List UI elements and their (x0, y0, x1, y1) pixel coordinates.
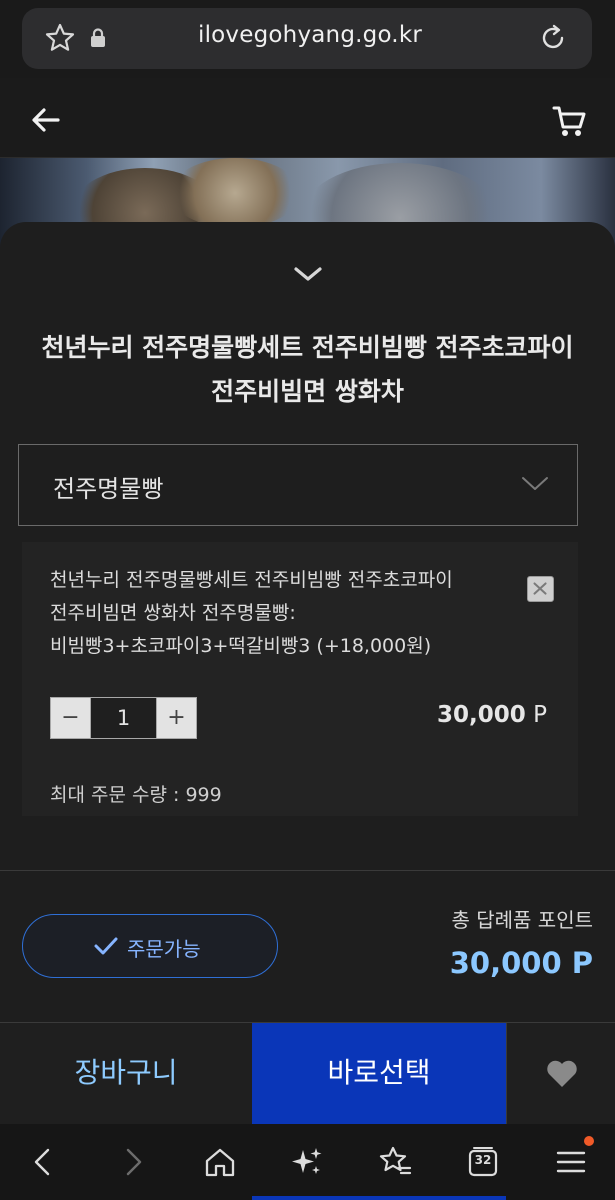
refresh-icon[interactable] (537, 22, 569, 54)
selected-option-name-line3: 비빔빵3+초코파이3+떡갈비빵3 (+18,000원) (50, 635, 432, 657)
star-icon[interactable] (44, 22, 76, 54)
buy-now-button[interactable]: 바로선택 (252, 1023, 506, 1125)
home-icon[interactable] (202, 1144, 238, 1180)
menu-icon[interactable] (553, 1144, 589, 1180)
item-price-unit: P (533, 702, 547, 728)
product-title-line1: 천년누리 전주명물빵세트 전주비빔빵 전주초코파이 (41, 333, 574, 362)
heart-icon (547, 1060, 577, 1087)
back-arrow-icon[interactable] (26, 100, 66, 140)
tabs-button[interactable]: 32 (465, 1144, 501, 1180)
item-price: 30,000 P (382, 702, 547, 728)
item-price-value: 30,000 (437, 702, 526, 728)
cart-icon[interactable] (548, 100, 590, 140)
browser-toolbar: ilovegohyang.go.kr (0, 0, 615, 78)
active-indicator (252, 1196, 506, 1200)
total-points-value: 30,000 P (449, 946, 593, 980)
selected-option-name-line1: 천년누리 전주명물빵세트 전주비빔빵 전주초코파이 (50, 569, 453, 591)
bookmarks-icon[interactable] (377, 1144, 413, 1180)
tabs-count: 32 (474, 1153, 492, 1167)
order-available-badge: 주문가능 (22, 914, 278, 978)
purchase-action-bar: 장바구니 바로선택 (0, 1022, 615, 1125)
app-header (0, 78, 615, 158)
option-select-value: 전주명물빵 (53, 475, 164, 503)
decrease-quantity-button[interactable]: − (50, 697, 91, 739)
nav-back-icon[interactable] (25, 1144, 61, 1180)
chevron-down-icon[interactable] (292, 264, 324, 284)
option-select[interactable]: 전주명물빵 (18, 444, 578, 526)
check-icon (94, 937, 118, 955)
quantity-input[interactable]: 1 (91, 697, 156, 739)
selected-option-name-line2: 전주비빔면 쌍화차 전주명물빵: (50, 602, 296, 624)
remove-option-button[interactable] (527, 576, 554, 602)
browser-nav-bar: 32 (0, 1124, 615, 1200)
option-sheet: 천년누리 전주명물빵세트 전주비빔빵 전주초코파이 전주비빔면 쌍화차 전주명물… (0, 222, 615, 1022)
add-to-cart-button[interactable]: 장바구니 (0, 1023, 252, 1125)
lock-icon (91, 28, 105, 47)
close-icon (533, 582, 547, 595)
max-quantity-note: 최대 주문 수량 : 999 (50, 784, 222, 806)
url-text[interactable]: ilovegohyang.go.kr (120, 22, 500, 48)
chevron-down-icon (522, 477, 548, 490)
selected-option-name: 천년누리 전주명물빵세트 전주비빔빵 전주초코파이 전주비빔면 쌍화차 전주명물… (50, 564, 510, 663)
divider (0, 870, 615, 871)
notification-dot (584, 1136, 594, 1146)
sparkle-icon[interactable] (289, 1144, 325, 1180)
product-title: 천년누리 전주명물빵세트 전주비빔빵 전주초코파이 전주비빔면 쌍화차 (10, 326, 605, 414)
nav-forward-icon[interactable] (115, 1144, 151, 1180)
wishlist-button[interactable] (506, 1023, 615, 1125)
increase-quantity-button[interactable]: + (156, 697, 197, 739)
order-status-label: 주문가능 (127, 937, 201, 961)
selected-option-card: 천년누리 전주명물빵세트 전주비빔빵 전주초코파이 전주비빔면 쌍화차 전주명물… (22, 542, 578, 816)
product-title-line2: 전주비빔면 쌍화차 (211, 377, 404, 406)
total-points-label: 총 답례품 포인트 (451, 908, 593, 932)
quantity-stepper: − 1 + (50, 697, 198, 739)
